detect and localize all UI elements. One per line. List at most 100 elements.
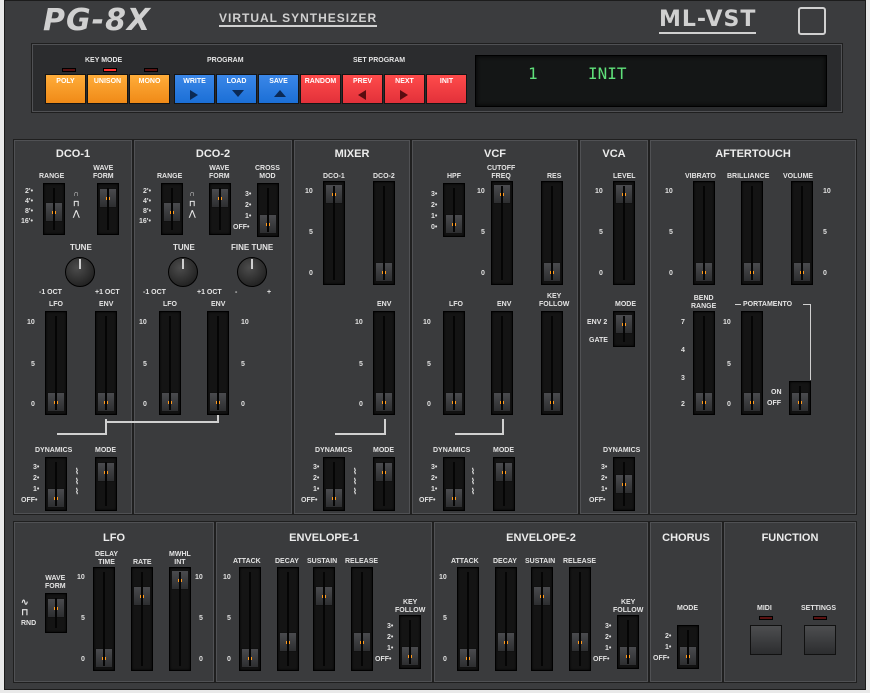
vcf-key-follow-slider[interactable] bbox=[541, 311, 563, 415]
dco2-tune-knob[interactable] bbox=[168, 257, 198, 287]
vcf-cutoff-thumb[interactable] bbox=[493, 184, 511, 204]
vcf-hpf-switch[interactable] bbox=[443, 183, 465, 237]
load-button[interactable]: LOAD bbox=[216, 74, 257, 104]
vcf-res-slider[interactable] bbox=[541, 181, 563, 285]
mixer-mode-thumb[interactable] bbox=[375, 462, 393, 482]
env2-sustain-thumb[interactable] bbox=[533, 586, 551, 606]
chorus-mode-thumb[interactable] bbox=[679, 646, 697, 666]
vcf-dynamics-thumb[interactable] bbox=[445, 488, 463, 508]
env1-key-thumb[interactable] bbox=[401, 646, 419, 666]
env2-sustain-slider[interactable] bbox=[531, 567, 553, 671]
at-vibrato-thumb[interactable] bbox=[695, 262, 713, 282]
vca-mode-thumb[interactable] bbox=[615, 314, 633, 334]
dco1-mode-thumb[interactable] bbox=[97, 462, 115, 482]
portamento-time-slider[interactable] bbox=[741, 311, 763, 415]
mixer-dco2-slider[interactable] bbox=[373, 181, 395, 285]
lfo-mwhl-thumb[interactable] bbox=[171, 570, 189, 590]
vca-dynamics-thumb[interactable] bbox=[615, 474, 633, 494]
vcf-dynamics-switch[interactable] bbox=[443, 457, 465, 511]
dco2-cross-thumb[interactable] bbox=[259, 214, 277, 234]
at-vibrato-slider[interactable] bbox=[693, 181, 715, 285]
env1-release-slider[interactable] bbox=[351, 567, 373, 671]
dco2-env-slider[interactable] bbox=[207, 311, 229, 415]
vcf-key-thumb[interactable] bbox=[543, 392, 561, 412]
dco2-range-thumb[interactable] bbox=[163, 202, 181, 222]
env1-release-thumb[interactable] bbox=[353, 632, 371, 652]
vcf-cutoff-slider[interactable] bbox=[491, 181, 513, 285]
save-button[interactable]: SAVE bbox=[258, 74, 299, 104]
lfo-rate-thumb[interactable] bbox=[133, 586, 151, 606]
dco2-cross-mod-switch[interactable] bbox=[257, 183, 279, 237]
vcf-env-slider[interactable] bbox=[491, 311, 513, 415]
lfo-mwhl-slider[interactable] bbox=[169, 567, 191, 671]
vcf-lfo-slider[interactable] bbox=[443, 311, 465, 415]
chorus-mode-switch[interactable] bbox=[677, 625, 699, 669]
dco1-wave-thumb[interactable] bbox=[99, 188, 117, 208]
vcf-res-thumb[interactable] bbox=[543, 262, 561, 282]
at-brilliance-slider[interactable] bbox=[741, 181, 763, 285]
vca-dynamics-switch[interactable] bbox=[613, 457, 635, 511]
env2-attack-slider[interactable] bbox=[457, 567, 479, 671]
init-button[interactable]: INIT bbox=[426, 74, 467, 104]
dco1-wave-switch[interactable] bbox=[97, 183, 119, 235]
lfo-delay-slider[interactable] bbox=[93, 567, 115, 671]
env2-key-follow-switch[interactable] bbox=[617, 615, 639, 669]
vcf-mode-thumb[interactable] bbox=[495, 462, 513, 482]
mixer-dco2-thumb[interactable] bbox=[375, 262, 393, 282]
portamento-switch[interactable] bbox=[789, 381, 811, 415]
mono-button[interactable]: MONO bbox=[129, 74, 170, 104]
random-button[interactable]: RANDOM bbox=[300, 74, 341, 104]
at-bend-thumb[interactable] bbox=[695, 392, 713, 412]
env1-sustain-slider[interactable] bbox=[313, 567, 335, 671]
dco2-lfo-thumb[interactable] bbox=[161, 392, 179, 412]
mixer-dco1-slider[interactable] bbox=[323, 181, 345, 285]
mixer-mode-switch[interactable] bbox=[373, 457, 395, 511]
dco1-tune-knob[interactable] bbox=[65, 257, 95, 287]
mixer-dco1-thumb[interactable] bbox=[325, 184, 343, 204]
next-button[interactable]: NEXT bbox=[384, 74, 425, 104]
dco2-env-thumb[interactable] bbox=[209, 392, 227, 412]
vcf-hpf-thumb[interactable] bbox=[445, 214, 463, 234]
dco2-wave-switch[interactable] bbox=[209, 183, 231, 235]
lfo-waveform-switch[interactable] bbox=[45, 593, 67, 633]
dco1-env-slider[interactable] bbox=[95, 311, 117, 415]
dco1-dynamics-switch[interactable] bbox=[45, 457, 67, 511]
env2-decay-thumb[interactable] bbox=[497, 632, 515, 652]
dco1-lfo-thumb[interactable] bbox=[47, 392, 65, 412]
portamento-thumb[interactable] bbox=[743, 392, 761, 412]
vcf-env-thumb[interactable] bbox=[493, 392, 511, 412]
dco1-dynamics-thumb[interactable] bbox=[47, 488, 65, 508]
at-bend-range-slider[interactable] bbox=[693, 311, 715, 415]
lfo-rate-slider[interactable] bbox=[131, 567, 153, 671]
vcf-lfo-thumb[interactable] bbox=[445, 392, 463, 412]
env1-key-follow-switch[interactable] bbox=[399, 615, 421, 669]
dco1-range-switch[interactable] bbox=[43, 183, 65, 235]
dco2-wave-thumb[interactable] bbox=[211, 188, 229, 208]
env1-decay-slider[interactable] bbox=[277, 567, 299, 671]
poly-button[interactable]: POLY bbox=[45, 74, 86, 104]
env2-key-thumb[interactable] bbox=[619, 646, 637, 666]
vca-level-thumb[interactable] bbox=[615, 184, 633, 204]
midi-button[interactable] bbox=[750, 625, 782, 655]
at-volume-slider[interactable] bbox=[791, 181, 813, 285]
at-volume-thumb[interactable] bbox=[793, 262, 811, 282]
env2-release-slider[interactable] bbox=[569, 567, 591, 671]
vcf-mode-switch[interactable] bbox=[493, 457, 515, 511]
portamento-switch-thumb[interactable] bbox=[791, 392, 809, 412]
lfo-delay-thumb[interactable] bbox=[95, 648, 113, 668]
write-button[interactable]: WRITE bbox=[174, 74, 215, 104]
lfo-wave-thumb[interactable] bbox=[47, 598, 65, 618]
dco1-range-thumb[interactable] bbox=[45, 202, 63, 222]
dco2-range-switch[interactable] bbox=[161, 183, 183, 235]
env2-release-thumb[interactable] bbox=[571, 632, 589, 652]
dco1-lfo-slider[interactable] bbox=[45, 311, 67, 415]
unison-button[interactable]: UNISON bbox=[87, 74, 128, 104]
env2-decay-slider[interactable] bbox=[495, 567, 517, 671]
mixer-dynamics-thumb[interactable] bbox=[325, 488, 343, 508]
vca-mode-switch[interactable] bbox=[613, 311, 635, 347]
dco2-fine-tune-knob[interactable] bbox=[237, 257, 267, 287]
env2-attack-thumb[interactable] bbox=[459, 648, 477, 668]
at-brilliance-thumb[interactable] bbox=[743, 262, 761, 282]
mixer-dynamics-switch[interactable] bbox=[323, 457, 345, 511]
dco1-env-thumb[interactable] bbox=[97, 392, 115, 412]
